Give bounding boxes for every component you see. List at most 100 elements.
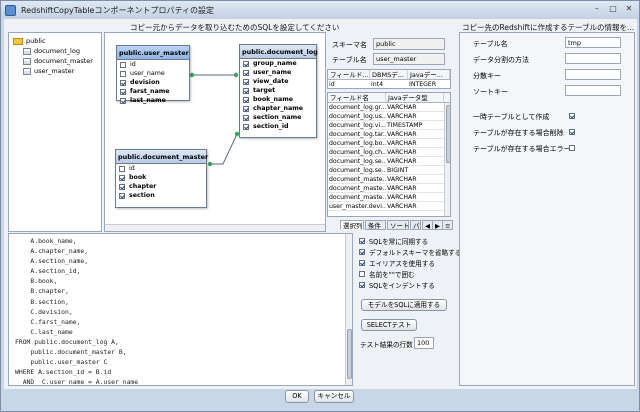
close-button[interactable]: ✕ bbox=[623, 4, 635, 15]
diagram-field-section[interactable]: section bbox=[116, 191, 206, 200]
diagram-table-document-master[interactable]: public.document_master id book chapter sect… bbox=[115, 149, 208, 208]
field-checkbox[interactable] bbox=[243, 123, 249, 130]
table-icon bbox=[23, 47, 31, 55]
tab-2[interactable]: 条件 bbox=[365, 220, 386, 230]
tree-item-document-log[interactable]: document_log bbox=[13, 46, 101, 56]
option-checkbox[interactable] bbox=[359, 281, 365, 288]
dist-key-input[interactable] bbox=[565, 69, 621, 80]
diagram-field-book[interactable]: book bbox=[116, 173, 206, 182]
option-checkbox[interactable] bbox=[359, 270, 365, 277]
diagram-field-target[interactable]: target bbox=[240, 86, 316, 95]
diagram-horizontal-scrollbar[interactable] bbox=[105, 224, 325, 231]
diagram-field-devision[interactable]: devision bbox=[117, 78, 189, 87]
split-method-input[interactable] bbox=[565, 53, 621, 64]
grid-column-header[interactable]: DBMSデ... bbox=[370, 70, 408, 79]
cancel-button[interactable]: キャンセル bbox=[314, 390, 354, 403]
table-row[interactable]: document_maste... VARCHAR bbox=[328, 193, 450, 202]
selected-field-grid[interactable]: フィールド名 Javaデータ型 document_log.gr... VARCHAR… bbox=[327, 92, 451, 217]
select-test-button[interactable]: SELECTテスト bbox=[361, 319, 417, 331]
sql-editor-scrollbar[interactable] bbox=[345, 234, 352, 385]
tab-3[interactable]: ソート bbox=[387, 220, 410, 230]
diagram-field-chapter-name[interactable]: chapter_name bbox=[240, 104, 316, 113]
option-checkbox[interactable] bbox=[359, 237, 365, 244]
error-existing-checkbox[interactable] bbox=[569, 145, 575, 151]
sql-scroll-thumb[interactable] bbox=[347, 329, 352, 379]
grid-column-header[interactable]: Javaデータ型 bbox=[386, 93, 444, 102]
field-checkbox[interactable] bbox=[119, 183, 125, 190]
field-checkbox[interactable] bbox=[119, 192, 125, 199]
grid-column-header[interactable]: フィールド名 bbox=[328, 93, 386, 102]
diagram-field-user-name[interactable]: user_name bbox=[117, 69, 189, 78]
diagram-field-id[interactable]: id bbox=[117, 60, 189, 69]
field-grid-scrollbar[interactable] bbox=[444, 103, 450, 216]
diagram-field-group-name[interactable]: group_name bbox=[240, 59, 316, 68]
sql-option-3[interactable]: エイリアスを使用する bbox=[359, 257, 459, 268]
table-row[interactable]: user_master.devi... VARCHAR bbox=[328, 202, 450, 211]
field-checkbox[interactable] bbox=[243, 105, 249, 112]
sql-editor[interactable]: A.book_name, A.chapter_name, A.section_n… bbox=[8, 233, 353, 386]
table-row[interactable]: document_log.tar... VARCHAR bbox=[328, 130, 450, 139]
temp-table-checkbox[interactable] bbox=[569, 113, 575, 119]
diagram-field-user-name[interactable]: user_name bbox=[240, 68, 316, 77]
option-checkbox[interactable] bbox=[359, 248, 365, 255]
field-checkbox[interactable] bbox=[120, 70, 126, 77]
field-checkbox[interactable] bbox=[243, 69, 249, 76]
maximize-button[interactable]: □ bbox=[607, 4, 619, 15]
field-checkbox[interactable] bbox=[119, 165, 125, 172]
sort-key-input[interactable] bbox=[565, 85, 621, 96]
drop-existing-checkbox[interactable] bbox=[569, 129, 575, 135]
diagram-table-user-master[interactable]: public.user_master id user_name devision fa… bbox=[116, 45, 190, 104]
tree-root[interactable]: public bbox=[13, 36, 101, 46]
ok-button[interactable]: OK bbox=[285, 390, 309, 403]
field-checkbox[interactable] bbox=[119, 174, 125, 181]
tree-item-document-master[interactable]: document_master bbox=[13, 56, 101, 66]
field-checkbox[interactable] bbox=[120, 61, 126, 68]
diagram-field-farst-name[interactable]: farst_name bbox=[117, 87, 189, 96]
field-checkbox[interactable] bbox=[243, 114, 249, 121]
table-row[interactable]: document_log.vi... TIMESTAMP bbox=[328, 121, 450, 130]
diagram-field-chapter[interactable]: chapter bbox=[116, 182, 206, 191]
sql-option-1[interactable]: SQLを常に同期する bbox=[359, 235, 459, 246]
field-checkbox[interactable] bbox=[120, 88, 126, 95]
diagram-canvas[interactable]: public.user_master id user_name devision fa… bbox=[104, 32, 326, 232]
dest-table-name-input[interactable]: tmp bbox=[565, 37, 621, 48]
tab-4[interactable]: パ bbox=[410, 220, 421, 230]
diagram-field-section-id[interactable]: section_id bbox=[240, 122, 316, 131]
grid-column-header[interactable]: フィールド... bbox=[328, 70, 370, 79]
table-row[interactable]: document_maste... VARCHAR bbox=[328, 184, 450, 193]
tab-1[interactable]: 選択列 bbox=[340, 220, 364, 230]
test-rows-input[interactable]: 100 bbox=[414, 337, 434, 349]
field-grid-scroll-thumb[interactable] bbox=[446, 105, 450, 163]
grid-column-header[interactable]: Javaデー... bbox=[408, 70, 450, 79]
field-checkbox[interactable] bbox=[120, 79, 126, 86]
field-checkbox[interactable] bbox=[120, 97, 126, 104]
field-checkbox[interactable] bbox=[243, 78, 249, 85]
diagram-field-view-date[interactable]: view_date bbox=[240, 77, 316, 86]
diagram-field-last-name[interactable]: last_name bbox=[117, 96, 189, 105]
minimize-button[interactable]: – bbox=[591, 4, 603, 15]
field-checkbox[interactable] bbox=[243, 87, 249, 94]
diagram-field-id[interactable]: id bbox=[116, 164, 206, 173]
diagram-field-section-name[interactable]: section_name bbox=[240, 113, 316, 122]
table-row[interactable]: document_log.se... VARCHAR bbox=[328, 157, 450, 166]
sql-option-4[interactable]: 名前を""で囲む bbox=[359, 268, 459, 279]
table-row[interactable]: document_log.bo... VARCHAR bbox=[328, 139, 450, 148]
sql-option-5[interactable]: SQLをインデントする bbox=[359, 279, 459, 290]
field-checkbox[interactable] bbox=[243, 96, 249, 103]
diagram-field-book-name[interactable]: book_name bbox=[240, 95, 316, 104]
table-row[interactable]: document_log.us... VARCHAR bbox=[328, 112, 450, 121]
tab-list-menu[interactable]: ≡ bbox=[442, 220, 454, 230]
table-row[interactable]: document_log.se... BIGINT bbox=[328, 166, 450, 175]
field-checkbox[interactable] bbox=[243, 60, 249, 67]
table-row[interactable]: document_maste... VARCHAR bbox=[328, 175, 450, 184]
table-tree[interactable]: public document_log document_master user_m… bbox=[8, 32, 102, 232]
tree-item-user-master[interactable]: user_master bbox=[13, 66, 101, 76]
table-row[interactable]: document_log.gr... VARCHAR bbox=[328, 103, 450, 112]
sql-option-2[interactable]: デフォルトスキーマを省略する bbox=[359, 246, 461, 257]
tree-item-label: user_master bbox=[34, 67, 75, 75]
option-checkbox[interactable] bbox=[359, 259, 365, 266]
diagram-table-document-log[interactable]: public.document_log group_name user_name v… bbox=[239, 44, 318, 138]
column-type-grid[interactable]: フィールド... DBMSデ... Javaデー... id int4 INTEGER bbox=[327, 69, 451, 89]
table-row[interactable]: document_log.ch... VARCHAR bbox=[328, 148, 450, 157]
apply-model-button[interactable]: モデルをSQLに適用する bbox=[361, 299, 447, 311]
